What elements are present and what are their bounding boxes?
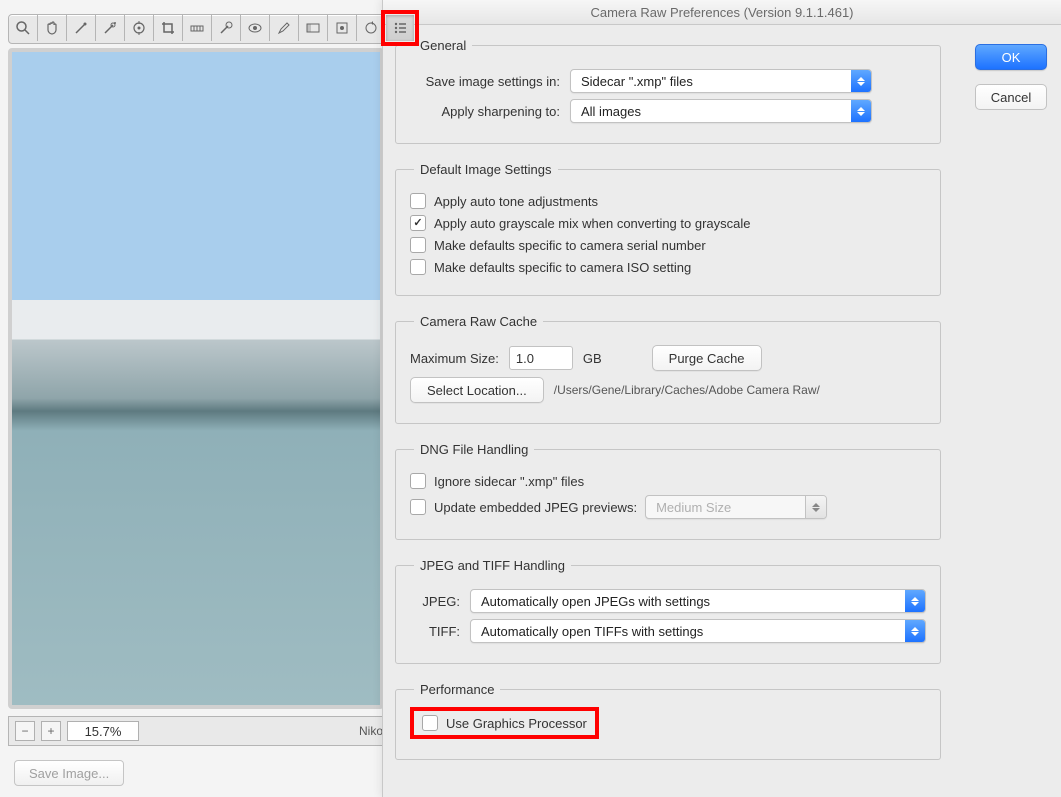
zoom-level-dropdown[interactable]: 15.7% xyxy=(67,721,139,741)
graduated-filter-tool[interactable] xyxy=(299,15,328,41)
purge-cache-label: Purge Cache xyxy=(669,351,745,366)
ok-button[interactable]: OK xyxy=(975,44,1047,70)
save-image-button[interactable]: Save Image... xyxy=(14,760,124,786)
redeye-tool[interactable] xyxy=(241,15,270,41)
purge-cache-button[interactable]: Purge Cache xyxy=(652,345,762,371)
dng-legend: DNG File Handling xyxy=(414,442,534,457)
chevron-updown-icon xyxy=(851,100,871,122)
cancel-label: Cancel xyxy=(991,90,1031,105)
serial-checkbox[interactable] xyxy=(410,237,426,253)
straighten-tool[interactable] xyxy=(183,15,212,41)
defaults-group: Default Image Settings Apply auto tone a… xyxy=(395,162,941,296)
gpu-checkbox[interactable] xyxy=(422,715,438,731)
chevron-updown-icon xyxy=(805,496,826,518)
white-balance-tool[interactable] xyxy=(67,15,96,41)
cache-legend: Camera Raw Cache xyxy=(414,314,543,329)
auto-tone-label: Apply auto tone adjustments xyxy=(434,194,598,209)
auto-grayscale-checkbox[interactable] xyxy=(410,215,426,231)
max-size-input[interactable]: 1.0 xyxy=(509,346,573,370)
gpu-label: Use Graphics Processor xyxy=(446,716,587,731)
dialog-actions: OK Cancel xyxy=(975,44,1047,110)
hand-tool[interactable] xyxy=(38,15,67,41)
max-size-unit: GB xyxy=(583,351,602,366)
jpeg-preview-select[interactable]: Medium Size xyxy=(645,495,827,519)
crop-tool[interactable] xyxy=(154,15,183,41)
toolbar xyxy=(8,14,415,44)
jpeg-select[interactable]: Automatically open JPEGs with settings xyxy=(470,589,926,613)
defaults-legend: Default Image Settings xyxy=(414,162,558,177)
radial-filter-tool[interactable] xyxy=(328,15,357,41)
auto-grayscale-label: Apply auto grayscale mix when converting… xyxy=(434,216,751,231)
tiff-select[interactable]: Automatically open TIFFs with settings xyxy=(470,619,926,643)
serial-label: Make defaults specific to camera serial … xyxy=(434,238,706,253)
dialog-title-label: Camera Raw Preferences (Version 9.1.1.46… xyxy=(590,5,853,20)
preferences-dialog: Camera Raw Preferences (Version 9.1.1.46… xyxy=(382,0,1061,797)
image-preview[interactable] xyxy=(8,48,384,709)
jpeg-label: JPEG: xyxy=(410,594,460,609)
chevron-updown-icon xyxy=(851,70,871,92)
select-location-button[interactable]: Select Location... xyxy=(410,377,544,403)
camera-model-label: Niko xyxy=(359,724,383,738)
jpeg-value: Automatically open JPEGs with settings xyxy=(471,594,905,609)
chevron-updown-icon xyxy=(905,590,925,612)
adjustment-brush-tool[interactable] xyxy=(270,15,299,41)
zoom-in-button[interactable]: + xyxy=(41,721,61,741)
save-settings-select[interactable]: Sidecar ".xmp" files xyxy=(570,69,872,93)
targeted-adjust-tool[interactable] xyxy=(125,15,154,41)
select-location-label: Select Location... xyxy=(427,383,527,398)
zoom-out-button[interactable]: − xyxy=(15,721,35,741)
iso-label: Make defaults specific to camera ISO set… xyxy=(434,260,691,275)
general-legend: General xyxy=(414,38,472,53)
zoom-bar: − + 15.7% Niko xyxy=(8,716,390,746)
ignore-xmp-checkbox[interactable] xyxy=(410,473,426,489)
save-image-label: Save Image... xyxy=(29,766,109,781)
tiff-value: Automatically open TIFFs with settings xyxy=(471,624,905,639)
gpu-highlight: Use Graphics Processor xyxy=(410,707,599,739)
update-jpeg-checkbox[interactable] xyxy=(410,499,426,515)
sharpening-value: All images xyxy=(571,104,851,119)
save-settings-value: Sidecar ".xmp" files xyxy=(571,74,851,89)
cache-path: /Users/Gene/Library/Caches/Adobe Camera … xyxy=(554,383,820,397)
zoom-tool[interactable] xyxy=(9,15,38,41)
save-settings-label: Save image settings in: xyxy=(410,74,560,89)
performance-group: Performance Use Graphics Processor xyxy=(395,682,941,760)
dng-group: DNG File Handling Ignore sidecar ".xmp" … xyxy=(395,442,941,540)
sharpening-select[interactable]: All images xyxy=(570,99,872,123)
chevron-updown-icon xyxy=(905,620,925,642)
general-group: General Save image settings in: Sidecar … xyxy=(395,38,941,144)
dialog-title: Camera Raw Preferences (Version 9.1.1.46… xyxy=(383,0,1061,25)
auto-tone-checkbox[interactable] xyxy=(410,193,426,209)
ok-label: OK xyxy=(1002,50,1021,65)
jpeg-tiff-group: JPEG and TIFF Handling JPEG: Automatical… xyxy=(395,558,941,664)
sharpening-label: Apply sharpening to: xyxy=(410,104,560,119)
jpeg-tiff-legend: JPEG and TIFF Handling xyxy=(414,558,571,573)
color-sampler-tool[interactable] xyxy=(96,15,125,41)
iso-checkbox[interactable] xyxy=(410,259,426,275)
max-size-value: 1.0 xyxy=(516,351,534,366)
spot-removal-tool[interactable] xyxy=(212,15,241,41)
performance-legend: Performance xyxy=(414,682,500,697)
update-jpeg-label: Update embedded JPEG previews: xyxy=(434,500,637,515)
max-size-label: Maximum Size: xyxy=(410,351,499,366)
jpeg-preview-value: Medium Size xyxy=(646,500,805,515)
cancel-button[interactable]: Cancel xyxy=(975,84,1047,110)
preferences-tool[interactable] xyxy=(386,15,414,41)
zoom-level-value: 15.7% xyxy=(85,724,122,739)
tiff-label: TIFF: xyxy=(410,624,460,639)
cache-group: Camera Raw Cache Maximum Size: 1.0 GB Pu… xyxy=(395,314,941,424)
ignore-xmp-label: Ignore sidecar ".xmp" files xyxy=(434,474,584,489)
